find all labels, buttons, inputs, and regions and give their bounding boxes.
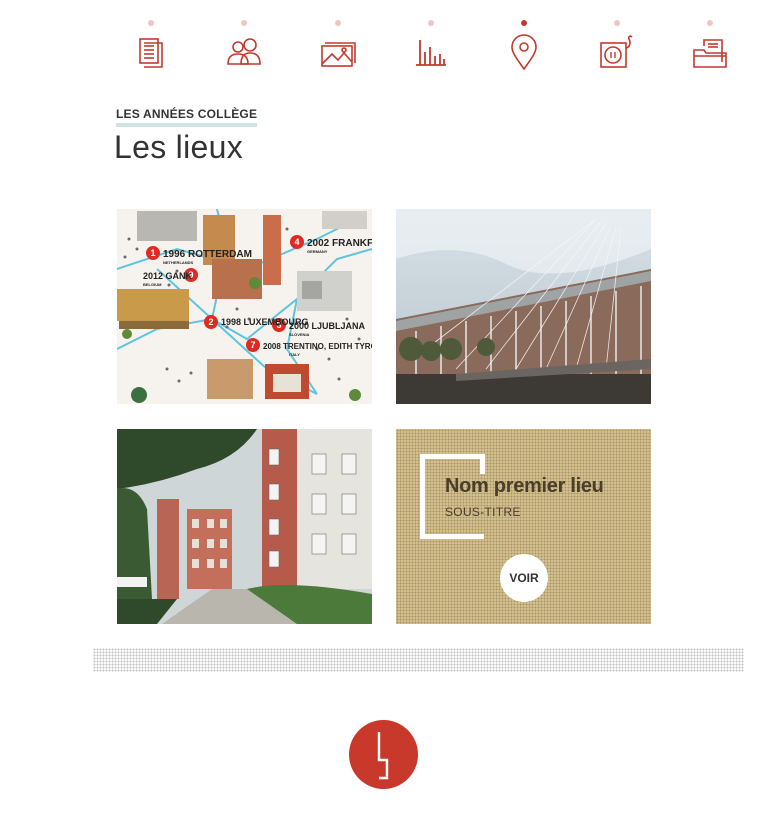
folder-icon [692, 34, 728, 70]
residence-photo [117, 429, 372, 624]
brand-logo[interactable] [349, 720, 418, 789]
nav-item-audio[interactable] [587, 0, 647, 80]
map-label: 2008 TRENTINO, EDITH TYROL [263, 342, 372, 351]
map-label: BELGIUM [143, 282, 162, 287]
nav-indicator-dot [707, 20, 713, 26]
map-marker-label: 1 [150, 248, 155, 258]
nav-item-archive[interactable] [680, 0, 740, 80]
place-tile-map[interactable]: 1 4 9 2 3 7 1996 ROTTERDAM NETHERLANDS 2… [117, 209, 372, 404]
nav-indicator-dot [428, 20, 434, 26]
place-tile-building[interactable] [396, 209, 651, 404]
nav-indicator-dot [335, 20, 341, 26]
document-icon [133, 34, 169, 70]
nav-item-people[interactable] [214, 0, 274, 80]
nav-item-gallery[interactable] [308, 0, 368, 80]
map-marker-label: 2 [208, 317, 213, 327]
map-label: NETHERLANDS [163, 260, 194, 265]
map-label: SLOVENIA [289, 332, 310, 337]
nav-indicator-dot [614, 20, 620, 26]
nav-indicator-dot [148, 20, 154, 26]
image-gallery-icon [320, 34, 356, 70]
building-photo [396, 209, 651, 404]
bar-chart-icon [413, 34, 449, 70]
illustrated-map-image: 1 4 9 2 3 7 1996 ROTTERDAM NETHERLANDS 2… [117, 209, 372, 404]
map-label: 2002 FRANKFURT [307, 238, 372, 249]
page-title: Les lieux [114, 129, 243, 165]
map-label: 2012 GANK [143, 271, 193, 281]
nav-indicator-dot [521, 20, 527, 26]
map-label: 2000 LJUBLJANA [289, 321, 366, 331]
map-pin-icon [506, 34, 542, 70]
hand-pointer-icon [630, 533, 644, 551]
map-marker-label: 4 [294, 237, 299, 247]
voir-button[interactable]: VOIR [500, 554, 548, 602]
place-card-subtitle: SOUS-TITRE [445, 505, 521, 519]
brand-logo-icon [377, 732, 389, 780]
people-icon [226, 34, 262, 70]
map-marker-label: 7 [250, 340, 255, 350]
nav-item-stats[interactable] [401, 0, 461, 80]
section-kicker: LES ANNÉES COLLÈGE [116, 108, 258, 127]
top-nav [0, 0, 768, 80]
nav-indicator-dot [241, 20, 247, 26]
map-label: GERMANY [307, 249, 328, 254]
audio-player-icon [599, 34, 635, 70]
place-card-title: Nom premier lieu [445, 475, 604, 497]
nav-item-document[interactable] [121, 0, 181, 80]
dotted-divider [93, 648, 744, 672]
place-tile-residence[interactable] [117, 429, 372, 624]
map-label: ITALY [289, 352, 300, 357]
map-label: 1996 ROTTERDAM [163, 249, 252, 260]
nav-item-places[interactable] [494, 0, 554, 80]
place-tile-hover-card[interactable]: Nom premier lieu SOUS-TITRE VOIR [396, 429, 651, 624]
